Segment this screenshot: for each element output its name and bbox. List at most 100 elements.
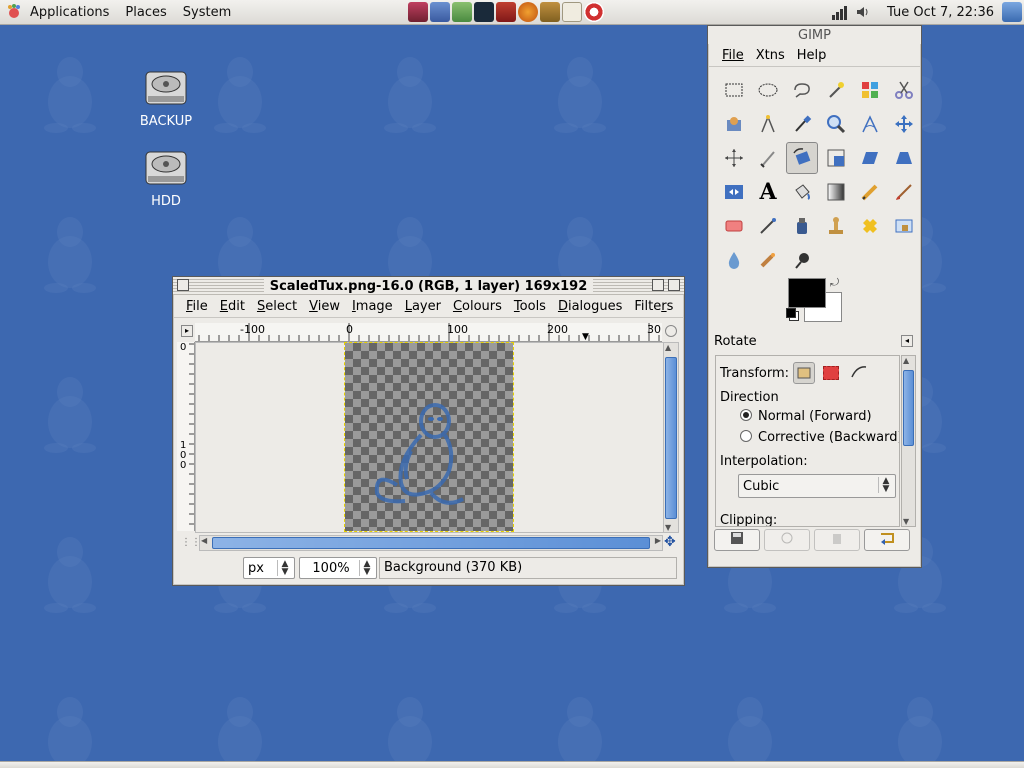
menu-filters[interactable]: Filters <box>628 299 679 314</box>
swap-colors-icon[interactable]: ⤾ <box>830 276 839 290</box>
flip-tool-icon[interactable] <box>718 176 750 208</box>
menu-edit[interactable]: Edit <box>214 299 251 314</box>
airbrush-tool-icon[interactable] <box>752 210 784 242</box>
book-launcher-icon[interactable] <box>496 2 516 22</box>
restore-options-button[interactable] <box>764 529 810 551</box>
lasso-tool-icon[interactable] <box>786 74 818 106</box>
direction-corrective-radio[interactable]: Corrective (Backward) <box>740 430 899 445</box>
maximize-button[interactable] <box>652 279 664 291</box>
tool-options-scrollbar[interactable]: ▲ ▼ <box>901 355 916 527</box>
window-menu-button[interactable] <box>177 279 189 291</box>
horizontal-scroll-thumb[interactable] <box>212 537 650 549</box>
interpolation-select[interactable]: Cubic ▲ ▼ <box>738 474 896 498</box>
rotate-tool-icon[interactable] <box>786 142 818 174</box>
firefox-launcher-icon[interactable] <box>518 2 538 22</box>
desktop-icon-backup[interactable]: BACKUP <box>131 66 201 129</box>
horizontal-ruler[interactable]: -100 0 100 200 30 ▼ <box>195 323 662 342</box>
zoom-tool-icon[interactable] <box>820 108 852 140</box>
transform-selection-icon[interactable] <box>823 366 840 380</box>
eraser-tool-icon[interactable] <box>718 210 750 242</box>
scroll-right-arrow-icon[interactable]: ▶ <box>655 536 661 545</box>
shutdown-arrow-icon[interactable] <box>1002 2 1022 22</box>
options-scroll-down-icon[interactable]: ▼ <box>903 517 909 526</box>
panel-clock[interactable]: Tue Oct 7, 22:36 <box>881 5 1000 20</box>
menu-image[interactable]: Image <box>346 299 399 314</box>
photo-launcher-icon[interactable] <box>540 2 560 22</box>
scroll-left-arrow-icon[interactable]: ◀ <box>201 536 207 545</box>
text-tool-icon[interactable]: A <box>752 176 784 208</box>
navigate-corner-icon[interactable]: ⋮⋮ <box>181 537 201 548</box>
shear-tool-icon[interactable] <box>854 142 886 174</box>
desktop-icon-hdd[interactable]: HDD <box>131 146 201 209</box>
paths-tool-icon[interactable] <box>752 108 784 140</box>
foreground-color-swatch[interactable] <box>788 278 826 308</box>
menu-file[interactable]: File <box>180 299 214 314</box>
scale-tool-icon[interactable] <box>820 142 852 174</box>
zoom-selector[interactable]: 100% ▲ ▼ <box>299 557 377 579</box>
ellipse-select-tool-icon[interactable] <box>752 74 784 106</box>
rect-select-tool-icon[interactable] <box>718 74 750 106</box>
system-menu[interactable]: System <box>175 5 239 20</box>
spreadsheet-launcher-icon[interactable] <box>452 2 472 22</box>
bucket-fill-tool-icon[interactable] <box>786 176 818 208</box>
applications-menu[interactable]: Applications <box>22 5 117 20</box>
toolbox-menu-xtns[interactable]: Xtns <box>750 48 791 63</box>
options-scroll-up-icon[interactable]: ▲ <box>903 356 909 365</box>
shade-button[interactable] <box>668 279 680 291</box>
image-layer-canvas[interactable] <box>344 342 514 532</box>
zoom-spin-arrows-icon[interactable]: ▲ ▼ <box>359 560 374 577</box>
measure-tool-icon[interactable] <box>854 108 886 140</box>
menu-tools[interactable]: Tools <box>508 299 552 314</box>
toolbox-menu-help[interactable]: Help <box>791 48 833 63</box>
pencil-tool-icon[interactable] <box>854 176 886 208</box>
menu-view[interactable]: View <box>303 299 346 314</box>
smudge-tool-icon[interactable] <box>752 244 784 276</box>
image-canvas-area[interactable] <box>195 342 664 533</box>
paintbrush-tool-icon[interactable] <box>888 176 920 208</box>
menu-colours[interactable]: Colours <box>447 299 508 314</box>
perspective-tool-icon[interactable] <box>888 142 920 174</box>
scroll-up-arrow-icon[interactable]: ▲ <box>665 343 671 352</box>
transform-layer-icon[interactable] <box>793 362 816 384</box>
menu-layer[interactable]: Layer <box>399 299 447 314</box>
vertical-ruler[interactable]: 0 1 0 0 <box>177 342 195 531</box>
terminal-launcher-icon[interactable] <box>474 2 494 22</box>
vertical-scroll-thumb[interactable] <box>665 357 677 519</box>
gnome-foot-icon[interactable] <box>6 4 22 20</box>
monitor-launcher-icon[interactable] <box>408 2 428 22</box>
color-picker-tool-icon[interactable] <box>786 108 818 140</box>
menu-select[interactable]: Select <box>251 299 303 314</box>
mail-launcher-icon[interactable] <box>562 2 582 22</box>
unit-selector[interactable]: px ▲ ▼ <box>243 557 295 579</box>
ink-tool-icon[interactable] <box>786 210 818 242</box>
zoom-corner-icon[interactable] <box>665 325 677 337</box>
transform-path-icon[interactable] <box>851 364 867 382</box>
document-launcher-icon[interactable] <box>430 2 450 22</box>
blend-tool-icon[interactable] <box>820 176 852 208</box>
crop-tool-icon[interactable] <box>752 142 784 174</box>
fuzzy-select-wand-icon[interactable] <box>820 74 852 106</box>
navigation-move-icon[interactable]: ✥ <box>664 534 676 550</box>
volume-icon[interactable] <box>855 4 871 20</box>
vertical-scrollbar[interactable]: ▲ ▼ <box>663 342 679 533</box>
horizontal-scrollbar[interactable]: ◀ ▶ <box>199 535 663 551</box>
default-colors-icon[interactable] <box>786 308 796 318</box>
options-scroll-thumb[interactable] <box>903 370 914 446</box>
select-by-color-tool-icon[interactable] <box>854 74 886 106</box>
move-tool-icon[interactable] <box>888 108 920 140</box>
save-options-button[interactable] <box>714 529 760 551</box>
dodge-burn-tool-icon[interactable] <box>786 244 818 276</box>
unit-spin-arrows-icon[interactable]: ▲ ▼ <box>277 560 292 577</box>
foreground-select-tool-icon[interactable] <box>718 108 750 140</box>
scissors-tool-icon[interactable] <box>888 74 920 106</box>
perspective-clone-tool-icon[interactable] <box>888 210 920 242</box>
delete-options-button[interactable] <box>814 529 860 551</box>
help-lifebuoy-icon[interactable] <box>584 2 604 22</box>
toolbox-titlebar[interactable]: GIMP <box>708 26 921 44</box>
quick-mask-corner-icon[interactable]: ▸ <box>181 325 193 337</box>
menu-dialogues[interactable]: Dialogues <box>552 299 628 314</box>
blur-tool-icon[interactable] <box>718 244 750 276</box>
align-tool-icon[interactable] <box>718 142 750 174</box>
configure-tab-icon[interactable]: ◂ <box>901 335 913 347</box>
network-signal-icon[interactable] <box>831 4 849 20</box>
